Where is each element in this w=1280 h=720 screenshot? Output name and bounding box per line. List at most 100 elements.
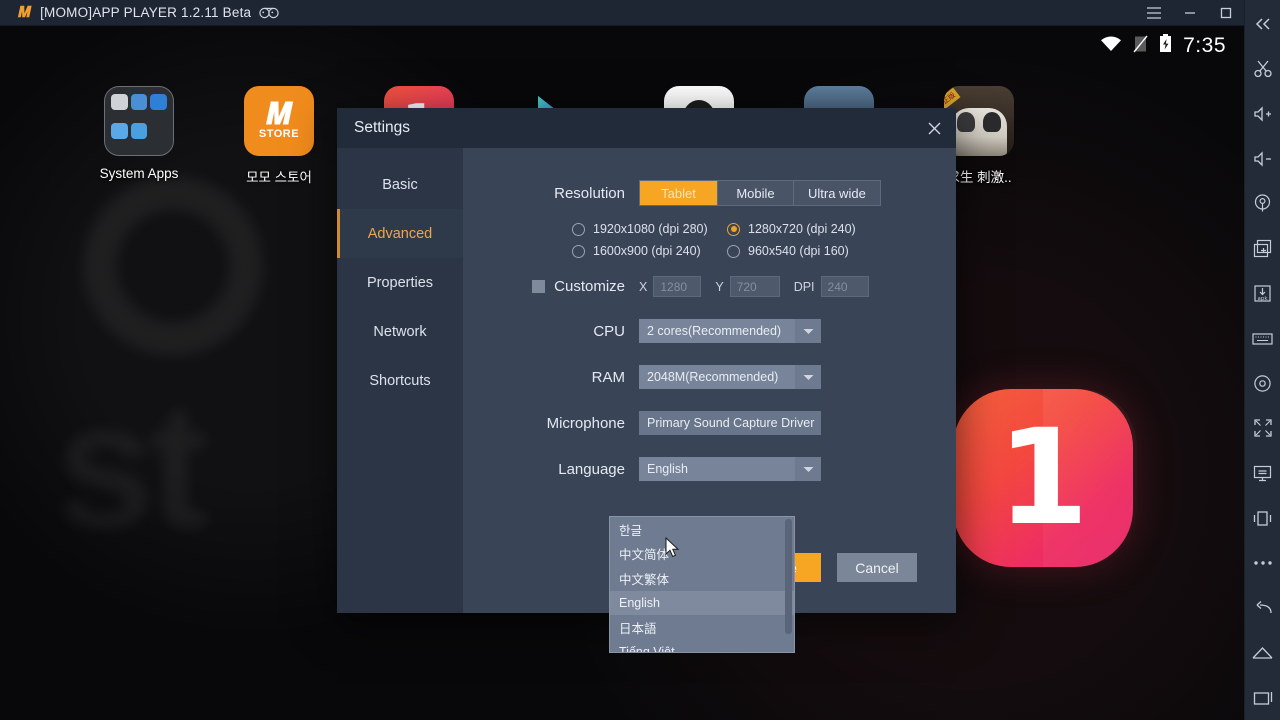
svg-text:apk: apk (1257, 296, 1268, 302)
radio-dot (572, 244, 585, 258)
customize-row: Customize X 1280 Y 720 DPI 240 (463, 276, 956, 297)
desktop-icon-system-apps[interactable]: System Apps (79, 86, 199, 181)
menu-button[interactable] (1136, 0, 1172, 26)
rotate-button[interactable] (1245, 496, 1280, 541)
customize-checkbox[interactable] (532, 280, 546, 293)
volume-down-button[interactable] (1245, 137, 1280, 182)
x-label: X (639, 279, 648, 294)
resolution-mode-ultrawide[interactable]: Ultra wide (794, 181, 880, 205)
new-window-button[interactable] (1245, 226, 1280, 271)
back-button[interactable] (1245, 585, 1280, 630)
customize-label: Customize (554, 278, 625, 295)
microphone-select[interactable]: Primary Sound Capture Driver (639, 411, 821, 435)
gamepad-icon (259, 6, 279, 19)
x-input[interactable]: 1280 (653, 276, 702, 297)
language-row: Language English (463, 457, 956, 481)
volume-up-button[interactable] (1245, 92, 1280, 137)
no-sim-icon (1133, 35, 1148, 58)
language-option-english[interactable]: English (610, 590, 794, 615)
language-select[interactable]: English (639, 457, 821, 481)
dpi-input[interactable]: 240 (820, 276, 869, 297)
language-option-chinese-traditional[interactable]: 中文繁体 (610, 566, 794, 591)
customize-fields: X 1280 Y 720 DPI 240 (639, 276, 869, 297)
tab-properties[interactable]: Properties (337, 258, 463, 307)
collapse-sidebar-button[interactable] (1245, 2, 1280, 47)
cancel-button[interactable]: Cancel (837, 553, 917, 582)
recents-button[interactable] (1245, 675, 1280, 720)
tab-advanced[interactable]: Advanced (337, 209, 463, 258)
radio-dot (727, 244, 740, 258)
tab-label: Properties (366, 274, 434, 291)
maximize-button[interactable] (1208, 0, 1244, 26)
radio-label: 1280x720 (dpi 240) (748, 222, 856, 236)
resolution-radio-group: 1920x1080 (dpi 280) 1280x720 (dpi 240) 1… (572, 222, 872, 258)
system-apps-folder-icon (104, 86, 174, 156)
language-option-chinese-simplified[interactable]: 中文简体 (610, 542, 794, 567)
language-label: Language (558, 460, 625, 478)
language-option-japanese[interactable]: 日本語 (610, 615, 794, 640)
radio-1280x720[interactable]: 1280x720 (dpi 240) (727, 222, 872, 236)
customize-checkbox-wrap[interactable]: Customize (463, 278, 639, 295)
chevron-down-icon (795, 457, 821, 481)
desktop-icon-momo-store[interactable]: 𝑴 STORE 모모 스토어 (219, 86, 339, 186)
tool-sidebar: apk (1244, 0, 1280, 720)
screenshot-button[interactable] (1245, 47, 1280, 92)
tab-shortcuts[interactable]: Shortcuts (337, 356, 463, 405)
resolution-mode-group: Tablet Mobile Ultra wide (639, 180, 881, 206)
resolution-row: Resolution Tablet Mobile Ultra wide (463, 180, 956, 206)
momo-logo-icon: 𝑴 (18, 4, 31, 21)
tab-label: Shortcuts (369, 372, 431, 389)
location-button[interactable] (1245, 182, 1280, 227)
wallpaper-watermark: st (55, 176, 263, 569)
tab-basic[interactable]: Basic (337, 160, 463, 209)
cpu-select[interactable]: 2 cores(Recommended) (639, 319, 821, 343)
one-store-logo-digit: 1 (997, 401, 1089, 555)
ram-value: 2048M(Recommended) (647, 370, 779, 384)
status-time: 7:35 (1183, 34, 1226, 57)
microphone-row: Microphone Primary Sound Capture Driver (463, 411, 956, 435)
window-title: [MOMO]APP PLAYER 1.2.11 Beta (40, 5, 252, 20)
cpu-label: CPU (593, 322, 625, 340)
radio-dot (572, 222, 585, 236)
dpi-label: DPI (793, 279, 815, 294)
more-button[interactable] (1245, 541, 1280, 586)
cpu-value: 2 cores(Recommended) (647, 324, 782, 338)
radio-label: 1600x900 (dpi 240) (593, 244, 701, 258)
tab-network[interactable]: Network (337, 307, 463, 356)
language-option-vietnamese[interactable]: Tiếng Việt (610, 640, 794, 652)
microphone-label: Microphone (546, 414, 625, 432)
home-button[interactable] (1245, 630, 1280, 675)
battery-charging-icon (1159, 34, 1172, 58)
ram-row: RAM 2048M(Recommended) (463, 365, 956, 389)
ram-select[interactable]: 2048M(Recommended) (639, 365, 821, 389)
ram-label: RAM (591, 368, 625, 386)
keyboard-button[interactable] (1245, 316, 1280, 361)
language-option-korean[interactable]: 한글 (610, 517, 794, 542)
install-apk-button[interactable]: apk (1245, 271, 1280, 316)
radio-960x540[interactable]: 960x540 (dpi 160) (727, 244, 872, 258)
cpu-row: CPU 2 cores(Recommended) (463, 319, 956, 343)
radio-1920x1080[interactable]: 1920x1080 (dpi 280) (572, 222, 727, 236)
chevron-down-icon (795, 319, 821, 343)
fullscreen-button[interactable] (1245, 406, 1280, 451)
settings-tab-list: Basic Advanced Properties Network Shortc… (337, 148, 463, 613)
y-label: Y (715, 279, 724, 294)
momo-store-icon: 𝑴 STORE (244, 86, 314, 156)
y-input[interactable]: 720 (729, 276, 780, 297)
language-dropdown-list[interactable]: 한글 中文简体 中文繁体 English 日本語 Tiếng Việt (609, 516, 795, 653)
desktop-icon-label: System Apps (99, 166, 179, 181)
resolution-label: Resolution (554, 184, 625, 202)
tab-label: Basic (382, 176, 418, 193)
display-button[interactable] (1245, 451, 1280, 496)
radio-1600x900[interactable]: 1600x900 (dpi 240) (572, 244, 727, 258)
resolution-mode-mobile[interactable]: Mobile (718, 181, 794, 205)
minimize-button[interactable] (1172, 0, 1208, 26)
settings-dialog-titlebar: Settings (337, 108, 956, 148)
settings-close-icon[interactable] (912, 108, 956, 148)
language-value: English (647, 462, 688, 476)
resolution-mode-tablet[interactable]: Tablet (640, 181, 718, 205)
dropdown-scrollbar[interactable] (785, 519, 792, 634)
settings-button[interactable] (1245, 361, 1280, 406)
wifi-icon (1100, 35, 1122, 57)
chevron-down-icon (795, 365, 821, 389)
